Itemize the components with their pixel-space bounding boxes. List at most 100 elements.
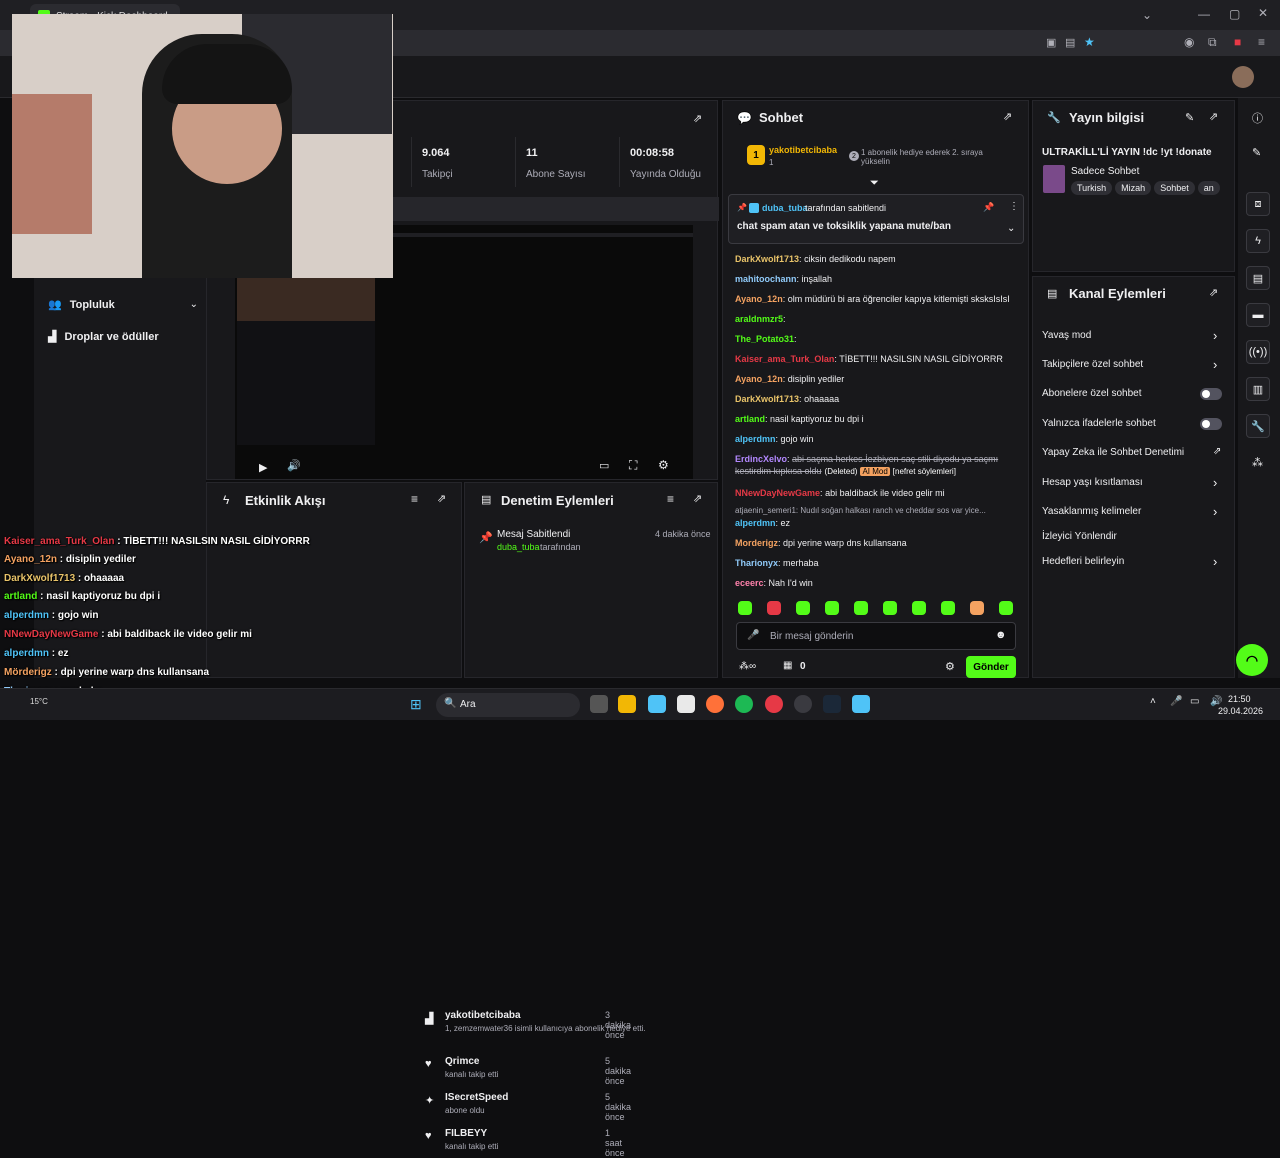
activity-name[interactable]: ISecretSpeed (445, 1092, 508, 1103)
extensions-icon[interactable]: ⧉ (1208, 35, 1217, 50)
chat-username[interactable]: Tharionyx (735, 558, 778, 568)
steam-icon[interactable] (823, 695, 841, 713)
close-icon[interactable]: ✕ (1258, 6, 1268, 20)
chat-username[interactable]: DarkXwolf1713 (735, 394, 799, 404)
send-button[interactable]: Gönder (966, 656, 1016, 678)
chat-settings-icon[interactable]: ⚙ (945, 660, 955, 673)
volume-icon[interactable]: 🔊 (287, 459, 301, 472)
chevron-right-icon[interactable]: › (1213, 504, 1217, 519)
obs-icon[interactable] (794, 695, 812, 713)
chat-username[interactable]: Morderigz (735, 538, 778, 548)
chat-username[interactable]: eceerc (735, 578, 764, 588)
filter-icon[interactable]: ≡ (667, 492, 674, 506)
chat-username[interactable]: artland (735, 414, 765, 424)
filter-icon[interactable]: ≡ (411, 492, 418, 506)
unpin-icon[interactable]: 📌 (983, 202, 994, 213)
popout-icon[interactable]: ⇗ (1003, 110, 1012, 123)
bookmark-star-icon[interactable]: ★ (1084, 35, 1095, 49)
microphone-icon[interactable]: 🎤 (747, 630, 759, 641)
top-gifter-name[interactable]: yakotibetcibaba (769, 145, 837, 155)
emote-icon[interactable] (854, 601, 868, 615)
tag-chip[interactable]: an (1197, 181, 1220, 195)
chat-username[interactable]: Ayano_12n (735, 294, 783, 304)
emote-icon[interactable] (796, 601, 810, 615)
chat-input[interactable]: 🎤 Bir mesaj gönderin ☻ (736, 622, 1016, 650)
activity-name[interactable]: Qrimce (445, 1056, 479, 1067)
popout-icon[interactable]: ⇗ (693, 492, 702, 505)
emote-icon[interactable] (970, 601, 984, 615)
edit-pencil-icon[interactable]: ✎ (1252, 146, 1261, 159)
broadcast-icon[interactable]: ((•)) (1246, 340, 1270, 364)
chat-username[interactable]: NNewDayNewGame (735, 488, 820, 498)
microphone-icon[interactable]: 🎤 (1170, 696, 1182, 707)
collapse-icon[interactable]: ⏷ (870, 177, 879, 190)
clock-time[interactable]: 21:50 (1228, 694, 1251, 704)
copilot-icon[interactable] (648, 695, 666, 713)
activity-name[interactable]: FILBEYY (445, 1128, 487, 1139)
tray-chevron-icon[interactable]: ˄ (1150, 696, 1156, 707)
support-headset-icon[interactable]: ◠ (1236, 644, 1268, 676)
chevron-down-icon[interactable]: ⌄ (1007, 223, 1015, 234)
pinned-by-user[interactable]: duba_tuba (762, 203, 808, 213)
points-icon[interactable]: ⁂∞ (739, 661, 756, 672)
share-icon[interactable]: ⁂ (1252, 456, 1263, 469)
emote-icon[interactable] (999, 601, 1013, 615)
clip-icon[interactable]: ▭ (599, 459, 609, 472)
windows-start-icon[interactable]: ⊞ (410, 696, 422, 713)
chat-username[interactable]: Kaiser_ama_Turk_Olan (735, 354, 834, 364)
popout-icon[interactable]: ⇗ (1209, 286, 1218, 299)
chevron-right-icon[interactable]: › (1213, 357, 1217, 372)
nav-drops[interactable]: ▟ Droplar ve ödüller (48, 330, 159, 344)
category-thumbnail[interactable] (1043, 165, 1065, 193)
emote-icon[interactable] (883, 601, 897, 615)
toggle-switch[interactable] (1200, 388, 1222, 400)
toggle-switch[interactable] (1200, 418, 1222, 430)
document-icon[interactable]: ▤ (1246, 266, 1270, 290)
chat-username[interactable]: Ayano_12n (735, 374, 783, 384)
external-link-icon[interactable]: ⇗ (1213, 446, 1221, 457)
photos-icon[interactable] (852, 695, 870, 713)
spotify-icon[interactable] (735, 695, 753, 713)
mod-actor[interactable]: duba_tuba (497, 542, 540, 552)
cast-icon[interactable]: ▤ (1065, 36, 1075, 49)
extension-badge-icon[interactable]: ■ (1234, 35, 1241, 49)
popout-icon[interactable]: ⇗ (437, 492, 446, 505)
fullscreen-icon[interactable]: ⛶ (629, 458, 637, 473)
chevron-right-icon[interactable]: › (1213, 554, 1217, 569)
opera-icon[interactable] (765, 695, 783, 713)
emote-icon[interactable] (767, 601, 781, 615)
avatar[interactable] (1232, 66, 1254, 88)
network-icon[interactable]: ▭ (1190, 696, 1199, 707)
chat-username[interactable]: araldnmzr5 (735, 314, 783, 324)
popout-icon[interactable]: ⇗ (693, 112, 702, 125)
chat-username[interactable]: alperdmn (735, 434, 776, 444)
task-view-icon[interactable] (590, 695, 608, 713)
emoji-icon[interactable]: ☻ (995, 629, 1007, 641)
store-icon[interactable] (677, 695, 695, 713)
activity-name[interactable]: yakotibetcibaba (445, 1010, 521, 1021)
nav-community[interactable]: 👥 Topluluk ⌄ (48, 298, 198, 312)
maximize-icon[interactable]: ▢ (1229, 7, 1240, 21)
chat-username[interactable]: mahitoochann (735, 274, 797, 284)
profile-icon[interactable]: ◉ (1184, 35, 1194, 49)
popout-icon[interactable]: ⇗ (1209, 110, 1218, 123)
clock-date[interactable]: 29.04.2026 (1218, 706, 1263, 716)
emote-icon[interactable] (912, 601, 926, 615)
lightning-icon[interactable]: ϟ (1246, 229, 1270, 253)
edit-pencil-icon[interactable]: ✎ (1185, 111, 1194, 124)
more-options-icon[interactable]: ⋮ (1009, 201, 1019, 212)
chat-username[interactable]: ErdincXelvo (735, 454, 787, 464)
screenshot-icon[interactable]: ▣ (1046, 36, 1056, 49)
minimize-icon[interactable]: — (1198, 7, 1210, 21)
info-icon[interactable]: ⓘ (1252, 110, 1263, 126)
emote-icon[interactable] (941, 601, 955, 615)
dashboard-icon[interactable]: ▥ (1246, 377, 1270, 401)
taskbar-search[interactable]: 🔍 Ara (436, 693, 580, 717)
tab-search-icon[interactable]: ⌄ (1142, 8, 1152, 22)
firefox-icon[interactable] (706, 695, 724, 713)
emote-icon[interactable] (825, 601, 839, 615)
store-icon[interactable]: ▦ (783, 660, 792, 671)
browser-menu-icon[interactable]: ≡ (1258, 35, 1265, 49)
wrench-icon[interactable]: 🔧 (1246, 414, 1270, 438)
layout-icon[interactable]: ⧈ (1246, 192, 1270, 216)
